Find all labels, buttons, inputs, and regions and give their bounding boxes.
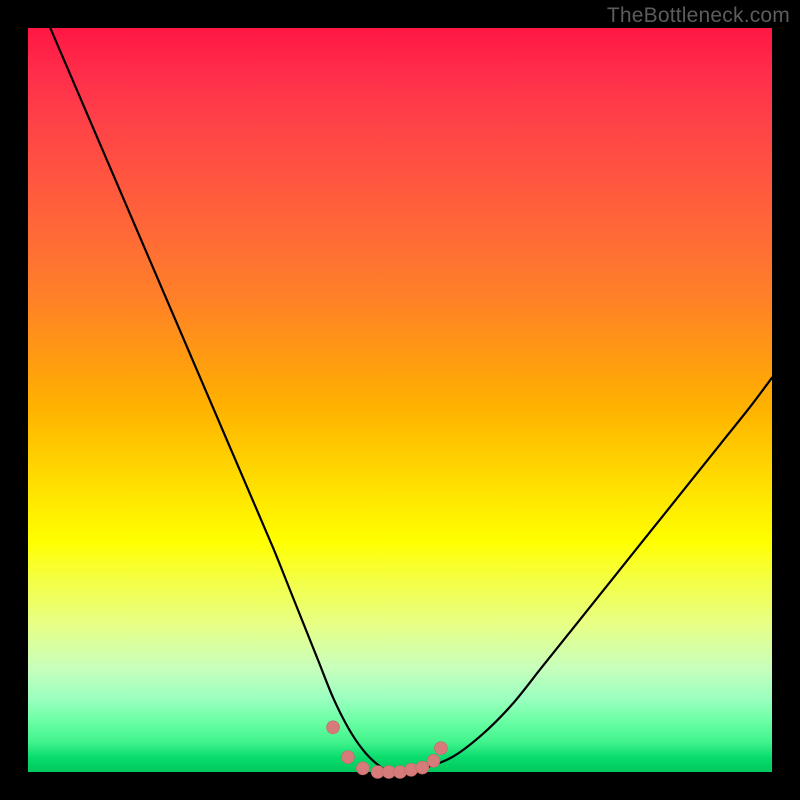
valley-marker — [405, 763, 418, 776]
watermark-label: TheBottleneck.com — [607, 4, 790, 28]
chart-svg — [28, 28, 772, 772]
valley-marker — [341, 751, 354, 764]
valley-markers — [327, 721, 448, 779]
valley-marker — [434, 742, 447, 755]
bottleneck-curve — [50, 28, 772, 772]
valley-marker — [327, 721, 340, 734]
valley-marker — [416, 761, 429, 774]
valley-marker — [427, 754, 440, 767]
valley-marker — [356, 762, 369, 775]
plot-area — [28, 28, 772, 772]
chart-stage: TheBottleneck.com — [0, 0, 800, 800]
valley-marker — [394, 766, 407, 779]
